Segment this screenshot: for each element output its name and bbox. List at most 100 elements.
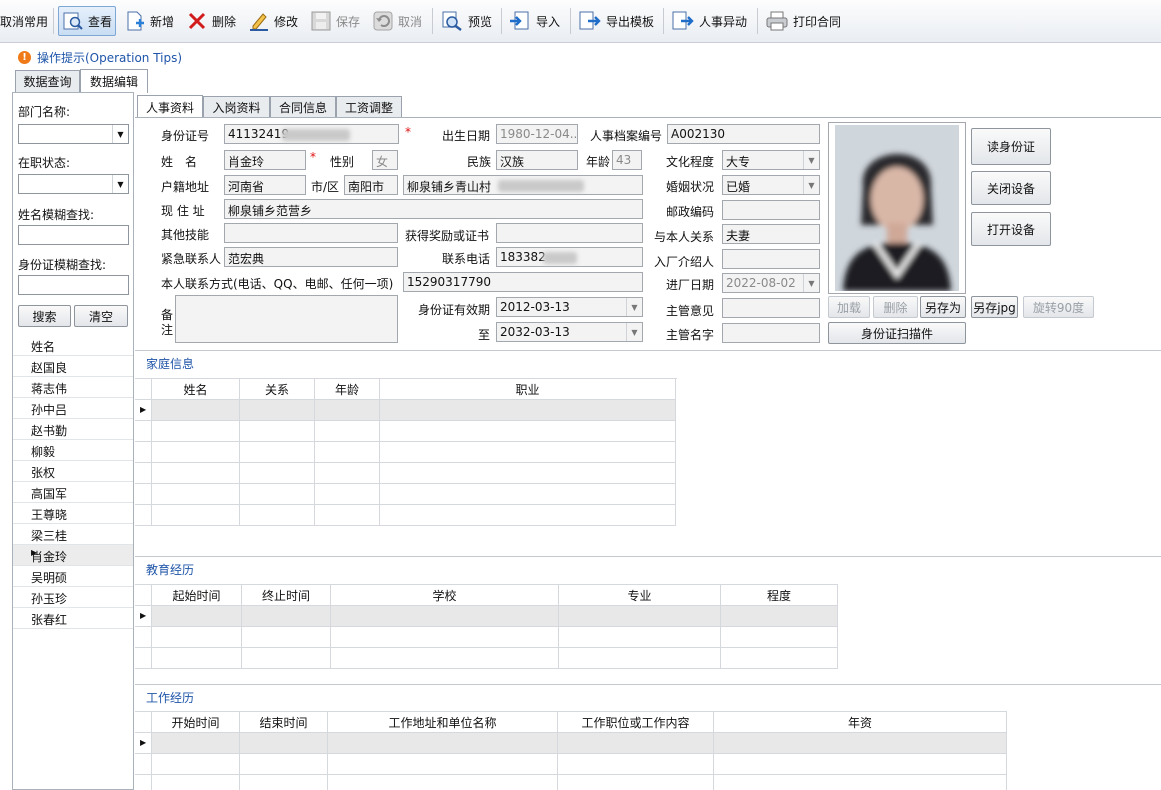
- read-id-button[interactable]: 读身份证: [971, 128, 1051, 165]
- row-header[interactable]: [135, 775, 152, 790]
- dropdown-arrow-icon[interactable]: ▼: [803, 274, 819, 292]
- grid-cell[interactable]: [380, 505, 676, 526]
- clear-button[interactable]: 清空: [74, 305, 128, 327]
- preview-button[interactable]: 预览: [440, 6, 492, 36]
- grid-cell[interactable]: [315, 505, 380, 526]
- grid-cell[interactable]: [242, 627, 331, 648]
- grid-cell[interactable]: [240, 463, 315, 484]
- grid-cell[interactable]: [714, 754, 1007, 775]
- save-as-button[interactable]: 另存为: [920, 296, 966, 318]
- emergency-contact-field[interactable]: 范宏典: [224, 247, 398, 267]
- search-button[interactable]: 搜索: [18, 305, 71, 327]
- column-header[interactable]: 年资: [714, 712, 1007, 733]
- grid-cell[interactable]: [380, 442, 676, 463]
- save-jpg-button[interactable]: 另存jpg: [971, 296, 1018, 318]
- list-item[interactable]: 柳毅: [13, 440, 133, 461]
- grid-cell[interactable]: [152, 775, 240, 790]
- photo-frame[interactable]: [828, 122, 966, 294]
- remark-field[interactable]: [175, 295, 398, 343]
- ethnic-field[interactable]: 汉族: [496, 150, 578, 170]
- grid-cell[interactable]: [152, 627, 242, 648]
- grid-cell[interactable]: [559, 627, 721, 648]
- grid-cell[interactable]: [240, 400, 315, 421]
- column-header[interactable]: 结束时间: [240, 712, 328, 733]
- id-valid-to-field[interactable]: 2032-03-13 ▼: [496, 322, 643, 342]
- tab-data-query[interactable]: 数据查询: [15, 70, 80, 92]
- grid-cell[interactable]: [331, 606, 559, 627]
- unpin-button[interactable]: 取消常用: [0, 6, 48, 36]
- column-header[interactable]: 年龄: [315, 379, 380, 400]
- entry-date-field[interactable]: 2022-08-02 ▼: [722, 273, 820, 293]
- cancel-button[interactable]: 取消: [372, 6, 422, 36]
- column-header[interactable]: 工作地址和单位名称: [328, 712, 558, 733]
- list-item[interactable]: 吴明硕: [13, 566, 133, 587]
- grid-cell[interactable]: [380, 421, 676, 442]
- grid-cell[interactable]: [380, 484, 676, 505]
- family-grid[interactable]: 姓名 关系 年龄 职业 ▶: [135, 378, 677, 527]
- delete-button[interactable]: 删除: [186, 6, 236, 36]
- grid-cell[interactable]: [559, 648, 721, 669]
- marital-select[interactable]: 已婚 ▼: [722, 175, 820, 195]
- grid-cell[interactable]: [152, 484, 240, 505]
- grid-cell[interactable]: [152, 400, 240, 421]
- grid-cell[interactable]: [240, 484, 315, 505]
- row-header[interactable]: ▶: [135, 400, 152, 421]
- address-field[interactable]: 柳泉铺乡范营乡: [224, 199, 643, 219]
- list-item[interactable]: 梁三桂: [13, 524, 133, 545]
- grid-cell[interactable]: [331, 627, 559, 648]
- grid-cell[interactable]: [558, 754, 714, 775]
- dropdown-arrow-icon[interactable]: ▼: [626, 323, 642, 341]
- list-item[interactable]: 张权: [13, 461, 133, 482]
- column-header[interactable]: 职业: [380, 379, 676, 400]
- load-button[interactable]: 加载: [828, 296, 870, 318]
- grid-cell[interactable]: [315, 484, 380, 505]
- column-header[interactable]: 关系: [240, 379, 315, 400]
- name-search-input[interactable]: [18, 225, 129, 245]
- dropdown-arrow-icon[interactable]: ▼: [112, 175, 128, 193]
- delete-photo-button[interactable]: 删除: [873, 296, 918, 318]
- list-item[interactable]: 蒋志伟: [13, 377, 133, 398]
- grid-cell[interactable]: [315, 463, 380, 484]
- grid-cell[interactable]: [152, 606, 242, 627]
- archive-no-field[interactable]: A002130: [667, 124, 820, 144]
- column-header[interactable]: 工作职位或工作内容: [558, 712, 714, 733]
- grid-cell[interactable]: [315, 442, 380, 463]
- column-header[interactable]: 专业: [559, 585, 721, 606]
- grid-cell[interactable]: [328, 775, 558, 790]
- grid-cell[interactable]: [721, 648, 838, 669]
- row-header[interactable]: [135, 463, 152, 484]
- hukou-province-field[interactable]: 河南省: [224, 175, 306, 195]
- grid-cell[interactable]: [240, 421, 315, 442]
- age-field[interactable]: 43: [612, 150, 642, 170]
- row-header[interactable]: ▶: [135, 606, 152, 627]
- save-button[interactable]: 保存: [310, 6, 360, 36]
- operation-tips[interactable]: ! 操作提示(Operation Tips): [18, 49, 182, 66]
- grid-cell[interactable]: [152, 648, 242, 669]
- grid-cell[interactable]: [721, 627, 838, 648]
- grid-cell[interactable]: [242, 648, 331, 669]
- referrer-field[interactable]: [722, 249, 820, 269]
- list-header[interactable]: 姓名: [13, 335, 133, 356]
- rotate-button[interactable]: 旋转90度: [1023, 296, 1094, 318]
- supervisor-opinion-field[interactable]: [722, 298, 820, 318]
- dropdown-arrow-icon[interactable]: ▼: [803, 151, 819, 169]
- name-field[interactable]: 肖金玲: [224, 150, 306, 170]
- grid-cell[interactable]: [315, 400, 380, 421]
- list-item[interactable]: 赵国良: [13, 356, 133, 377]
- personnel-change-button[interactable]: 人事异动: [671, 6, 747, 36]
- grid-cell[interactable]: [240, 754, 328, 775]
- grid-cell[interactable]: [152, 754, 240, 775]
- status-select[interactable]: ▼: [18, 174, 129, 194]
- dept-select[interactable]: ▼: [18, 124, 129, 144]
- list-item[interactable]: 赵书勤: [13, 419, 133, 440]
- dropdown-arrow-icon[interactable]: ▼: [112, 125, 128, 143]
- grid-cell[interactable]: [152, 505, 240, 526]
- column-header[interactable]: 姓名: [152, 379, 240, 400]
- tab-salary-adjust[interactable]: 工资调整: [336, 96, 402, 117]
- education-select[interactable]: 大专 ▼: [722, 150, 820, 170]
- grid-cell[interactable]: [714, 775, 1007, 790]
- grid-cell[interactable]: [559, 606, 721, 627]
- dropdown-arrow-icon[interactable]: ▼: [803, 176, 819, 194]
- print-contract-button[interactable]: 打印合同: [765, 6, 841, 36]
- import-button[interactable]: 导入: [508, 6, 560, 36]
